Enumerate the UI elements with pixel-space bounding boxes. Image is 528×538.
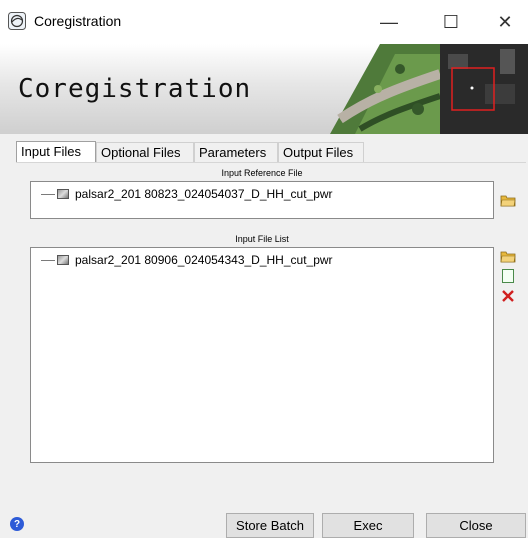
store-batch-button[interactable]: Store Batch [226,513,314,538]
reference-file-name: palsar2_201 80823_024054037_D_HH_cut_pwr [75,187,333,201]
minimize-button[interactable]: — [366,0,412,44]
tree-connector [41,259,55,261]
input-file-listbox[interactable]: palsar2_201 80906_024054343_D_HH_cut_pwr [30,247,494,463]
tab-output-files[interactable]: Output Files [278,142,364,162]
close-window-button[interactable]: ✕ [482,0,528,44]
header-banner: Coregistration [0,44,528,134]
delete-x-icon[interactable] [500,288,516,304]
new-file-icon[interactable] [500,268,516,284]
tab-parameters[interactable]: Parameters [194,142,278,162]
close-button[interactable]: Close [426,513,526,538]
list-item[interactable]: palsar2_201 80823_024054037_D_HH_cut_pwr [41,185,333,203]
title-bar: Coregistration — ☐ ✕ [0,0,528,44]
input-reference-listbox[interactable]: palsar2_201 80823_024054037_D_HH_cut_pwr [30,181,494,219]
banner-title: Coregistration [18,74,252,104]
tab-optional-files[interactable]: Optional Files [96,142,194,162]
list-item[interactable]: palsar2_201 80906_024054343_D_HH_cut_pwr [41,251,333,269]
tab-input-files[interactable]: Input Files [16,141,96,163]
tree-connector [41,193,55,195]
input-reference-label: Input Reference File [221,168,303,178]
satellite-app-icon [8,12,26,30]
list-file-name: palsar2_201 80906_024054343_D_HH_cut_pwr [75,253,333,267]
maximize-button[interactable]: ☐ [428,0,474,44]
help-icon[interactable]: ? [10,517,24,531]
open-folder-icon[interactable] [500,248,516,264]
window-title: Coregistration [34,13,122,29]
satellite-imagery-graphic [330,44,528,134]
open-folder-icon[interactable] [500,192,516,208]
bottom-bar: ? Store Batch Exec Close [0,500,528,538]
raster-file-icon [57,189,69,199]
input-file-list-label: Input File List [235,234,289,244]
exec-button[interactable]: Exec [322,513,414,538]
raster-file-icon [57,255,69,265]
